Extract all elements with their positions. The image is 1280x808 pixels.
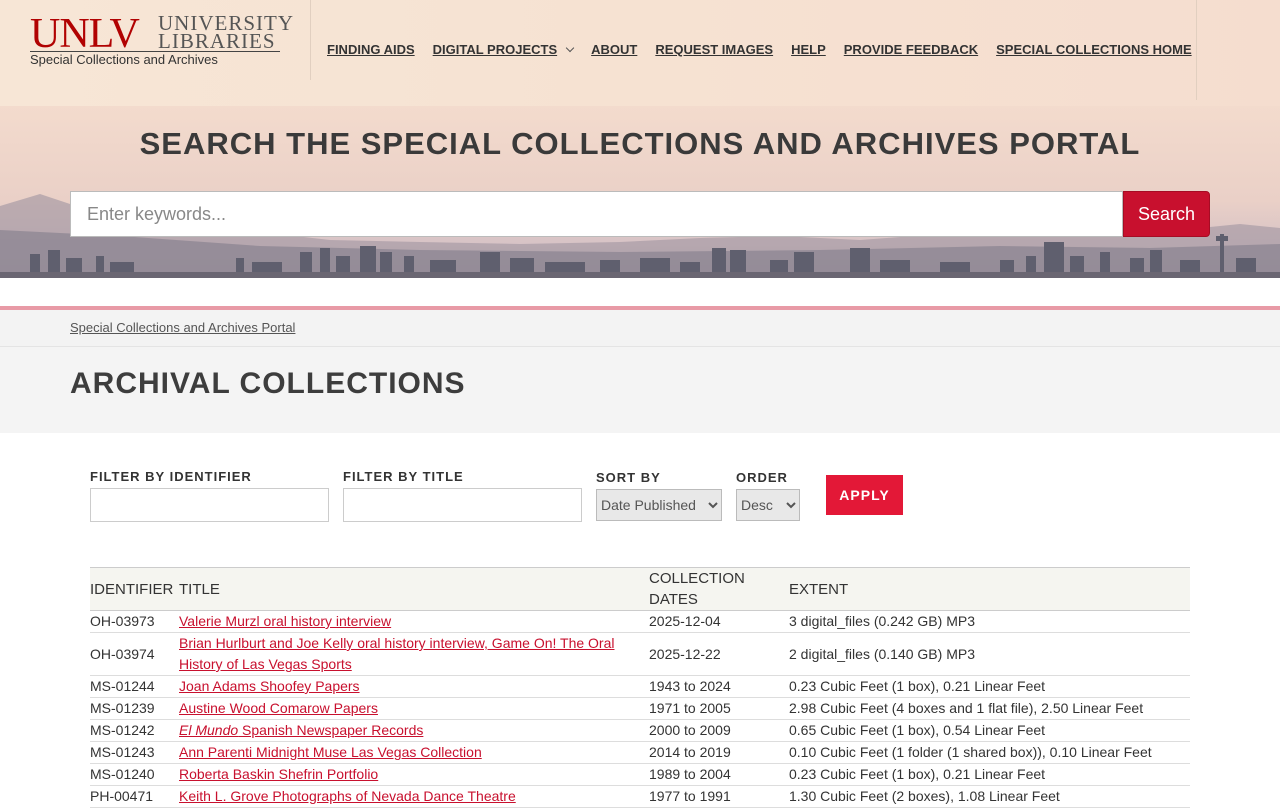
filter-title-input[interactable] bbox=[343, 488, 582, 522]
cell-dates: 2000 to 2009 bbox=[649, 719, 789, 742]
cell-extent: 1.30 Cubic Feet (2 boxes), 1.08 Linear F… bbox=[789, 785, 1190, 808]
table-row: OH-03974 Brian Hurlburt and Joe Kelly or… bbox=[90, 632, 1190, 676]
collections-table: IDENTIFIER TITLE COLLECTION DATES EXTENT … bbox=[90, 567, 1190, 808]
filter-identifier-input[interactable] bbox=[90, 488, 329, 522]
sort-by-select[interactable]: Date Published bbox=[596, 489, 722, 521]
order-select[interactable]: Desc bbox=[736, 489, 800, 521]
table-row: MS-01242 El Mundo Spanish Newspaper Reco… bbox=[90, 719, 1190, 742]
keyword-search-input[interactable] bbox=[70, 191, 1123, 237]
table-header-row: IDENTIFIER TITLE COLLECTION DATES EXTENT bbox=[90, 567, 1190, 611]
cell-identifier: OH-03974 bbox=[90, 632, 179, 676]
order-label: ORDER bbox=[736, 470, 788, 485]
nav-special-collections-home[interactable]: SPECIAL COLLECTIONS HOME bbox=[996, 42, 1192, 57]
cell-title: Brian Hurlburt and Joe Kelly oral histor… bbox=[179, 632, 649, 676]
col-header-dates[interactable]: COLLECTION DATES bbox=[649, 567, 789, 611]
filter-identifier-label: FILTER BY IDENTIFIER bbox=[90, 469, 252, 484]
nav-digital-projects[interactable]: DIGITAL PROJECTS bbox=[432, 42, 575, 57]
table-row: OH-03973 Valerie Murzl oral history inte… bbox=[90, 610, 1190, 633]
page-header: ARCHIVAL COLLECTIONS bbox=[0, 347, 1280, 433]
header-divider bbox=[1196, 0, 1197, 100]
apply-button[interactable]: APPLY bbox=[826, 475, 903, 515]
cell-identifier: MS-01240 bbox=[90, 763, 179, 786]
main-nav: FINDING AIDS DIGITAL PROJECTS ABOUT REQU… bbox=[327, 42, 1192, 57]
nav-about[interactable]: ABOUT bbox=[591, 42, 637, 57]
cell-extent: 3 digital_files (0.242 GB) MP3 bbox=[789, 610, 1190, 633]
page-title: ARCHIVAL COLLECTIONS bbox=[70, 367, 466, 400]
header-divider bbox=[310, 0, 311, 80]
filter-title-label: FILTER BY TITLE bbox=[343, 469, 464, 484]
cell-title: Joan Adams Shoofey Papers bbox=[179, 675, 649, 698]
collection-title-link[interactable]: Ann Parenti Midnight Muse Las Vegas Coll… bbox=[179, 744, 482, 760]
hero-search: SEARCH THE SPECIAL COLLECTIONS AND ARCHI… bbox=[0, 106, 1280, 278]
cell-dates: 1971 to 2005 bbox=[649, 697, 789, 720]
sort-by-label: SORT BY bbox=[596, 470, 661, 485]
nav-help[interactable]: HELP bbox=[791, 42, 826, 57]
collection-title-link[interactable]: Roberta Baskin Shefrin Portfolio bbox=[179, 766, 378, 782]
cell-extent: 2 digital_files (0.140 GB) MP3 bbox=[789, 632, 1190, 676]
col-header-identifier[interactable]: IDENTIFIER bbox=[90, 567, 179, 611]
col-header-extent[interactable]: EXTENT bbox=[789, 567, 1190, 611]
cell-title: Valerie Murzl oral history interview bbox=[179, 610, 649, 633]
cell-extent: 2.98 Cubic Feet (4 boxes and 1 flat file… bbox=[789, 697, 1190, 720]
breadcrumb-portal-link[interactable]: Special Collections and Archives Portal bbox=[70, 320, 295, 335]
collection-title-link[interactable]: El Mundo Spanish Newspaper Records bbox=[179, 722, 423, 738]
collection-title-link[interactable]: Austine Wood Comarow Papers bbox=[179, 700, 378, 716]
logo-subtitle: Special Collections and Archives bbox=[30, 52, 218, 67]
table-row: MS-01239 Austine Wood Comarow Papers 197… bbox=[90, 697, 1190, 720]
nav-digital-projects-label: DIGITAL PROJECTS bbox=[432, 42, 558, 57]
cell-title: Austine Wood Comarow Papers bbox=[179, 697, 649, 720]
collection-title-link[interactable]: Keith L. Grove Photographs of Nevada Dan… bbox=[179, 788, 516, 804]
cell-identifier: OH-03973 bbox=[90, 610, 179, 633]
cell-identifier: MS-01243 bbox=[90, 741, 179, 764]
breadcrumb: Special Collections and Archives Portal bbox=[0, 310, 1280, 347]
cell-dates: 1977 to 1991 bbox=[649, 785, 789, 808]
cell-title: El Mundo Spanish Newspaper Records bbox=[179, 719, 649, 742]
col-header-dates-line1: COLLECTION bbox=[649, 570, 745, 587]
cell-extent: 0.10 Cubic Feet (1 folder (1 shared box)… bbox=[789, 741, 1190, 764]
collection-title-link[interactable]: Joan Adams Shoofey Papers bbox=[179, 678, 360, 694]
cell-title: Keith L. Grove Photographs of Nevada Dan… bbox=[179, 785, 649, 808]
table-row: MS-01240 Roberta Baskin Shefrin Portfoli… bbox=[90, 763, 1190, 786]
col-header-title[interactable]: TITLE bbox=[179, 567, 649, 611]
nav-provide-feedback[interactable]: PROVIDE FEEDBACK bbox=[844, 42, 978, 57]
cell-identifier: PH-00471 bbox=[90, 785, 179, 808]
unlv-libraries-logo[interactable]: UNLV UNIVERSITY LIBRARIES Special Collec… bbox=[30, 11, 293, 74]
cell-title: Roberta Baskin Shefrin Portfolio bbox=[179, 763, 649, 786]
hero-title: SEARCH THE SPECIAL COLLECTIONS AND ARCHI… bbox=[139, 126, 1141, 161]
col-header-dates-line2: DATES bbox=[649, 591, 698, 608]
search-button[interactable]: Search bbox=[1123, 191, 1210, 237]
nav-request-images[interactable]: REQUEST IMAGES bbox=[655, 42, 773, 57]
table-row: MS-01244 Joan Adams Shoofey Papers 1943 … bbox=[90, 675, 1190, 698]
cell-title: Ann Parenti Midnight Muse Las Vegas Coll… bbox=[179, 741, 649, 764]
collection-title-rest: Spanish Newspaper Records bbox=[238, 722, 424, 738]
cell-identifier: MS-01244 bbox=[90, 675, 179, 698]
cell-dates: 1943 to 2024 bbox=[649, 675, 789, 698]
cell-dates: 2025-12-04 bbox=[649, 610, 789, 633]
table-row: MS-01243 Ann Parenti Midnight Muse Las V… bbox=[90, 741, 1190, 764]
collection-title-link[interactable]: Valerie Murzl oral history interview bbox=[179, 613, 391, 629]
collection-title-italic: El Mundo bbox=[179, 722, 239, 738]
collection-title-link[interactable]: Brian Hurlburt and Joe Kelly oral histor… bbox=[179, 635, 614, 672]
logo-wordmark: UNLV bbox=[30, 11, 140, 57]
cell-extent: 0.65 Cubic Feet (1 box), 0.54 Linear Fee… bbox=[789, 719, 1190, 742]
cell-dates: 1989 to 2004 bbox=[649, 763, 789, 786]
cell-dates: 2025-12-22 bbox=[649, 632, 789, 676]
cell-extent: 0.23 Cubic Feet (1 box), 0.21 Linear Fee… bbox=[789, 675, 1190, 698]
table-row: PH-00471 Keith L. Grove Photographs of N… bbox=[90, 785, 1190, 808]
cell-dates: 2014 to 2019 bbox=[649, 741, 789, 764]
cell-identifier: MS-01242 bbox=[90, 719, 179, 742]
chevron-down-icon bbox=[565, 43, 575, 52]
cell-extent: 0.23 Cubic Feet (1 box), 0.21 Linear Fee… bbox=[789, 763, 1190, 786]
nav-finding-aids[interactable]: FINDING AIDS bbox=[327, 42, 415, 57]
cell-identifier: MS-01239 bbox=[90, 697, 179, 720]
site-header: UNLV UNIVERSITY LIBRARIES Special Collec… bbox=[0, 0, 1280, 107]
logo-line2: LIBRARIES bbox=[158, 29, 276, 53]
